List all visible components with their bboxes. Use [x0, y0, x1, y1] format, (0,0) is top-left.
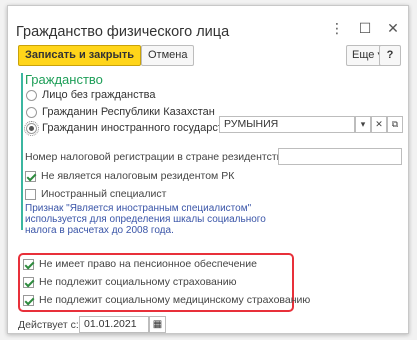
- dialog-window: Гражданство физического лица ⋮ ☐ ✕ Запис…: [7, 5, 409, 334]
- checkbox-label: Не подлежит социальному страхованию: [39, 276, 237, 288]
- more-menu-icon[interactable]: ⋮: [330, 20, 344, 36]
- radio-label: Гражданин Республики Казахстан: [42, 106, 215, 118]
- radio-button[interactable]: [24, 120, 39, 136]
- close-icon[interactable]: ✕: [386, 20, 400, 36]
- foreign-specialist-checkbox-row[interactable]: Иностранный специалист: [25, 188, 166, 200]
- save-and-close-button[interactable]: Записать и закрыть: [18, 45, 142, 66]
- tax-reg-number-field[interactable]: [278, 148, 402, 165]
- group-accent-line: [21, 73, 23, 230]
- checkbox[interactable]: [23, 258, 34, 270]
- radio-label: Гражданин иностранного государства: [42, 122, 235, 134]
- radio-button[interactable]: [26, 106, 37, 118]
- cancel-button[interactable]: Отмена: [141, 45, 195, 66]
- dropdown-arrow-icon[interactable]: ▾: [355, 116, 371, 133]
- no-social-insurance-checkbox-row[interactable]: Не подлежит социальному страхованию: [23, 276, 236, 288]
- title-controls: ⋮ ☐ ✕: [330, 20, 400, 36]
- no-pension-checkbox-row[interactable]: Не имеет право на пенсионное обеспечение: [23, 258, 257, 270]
- checkbox[interactable]: [23, 276, 34, 288]
- checkbox[interactable]: [23, 294, 34, 306]
- clear-icon[interactable]: ✕: [371, 116, 387, 133]
- maximize-icon[interactable]: ☐: [358, 20, 372, 36]
- radio-label: Лицо без гражданства: [42, 89, 156, 101]
- no-medical-insurance-checkbox-row[interactable]: Не подлежит социальному медицинскому стр…: [23, 294, 310, 306]
- radio-foreign-citizen[interactable]: Гражданин иностранного государства: [24, 120, 235, 136]
- radio-button[interactable]: [26, 89, 37, 101]
- citizenship-group-title: Гражданство: [25, 72, 103, 87]
- radio-kazakhstan-citizen[interactable]: Гражданин Республики Казахстан: [26, 106, 215, 118]
- checkbox-label: Не имеет право на пенсионное обеспечение: [39, 258, 257, 270]
- radio-stateless[interactable]: Лицо без гражданства: [26, 89, 155, 101]
- tax-reg-number-label: Номер налоговой регистрации в стране рез…: [25, 151, 291, 163]
- valid-from-label: Действует с:: [18, 319, 79, 331]
- calendar-icon[interactable]: ▦: [149, 316, 166, 333]
- window-title: Гражданство физического лица: [16, 24, 230, 40]
- checkbox-label: Иностранный специалист: [41, 188, 167, 200]
- country-field[interactable]: РУМЫНИЯ: [219, 116, 355, 133]
- checkbox[interactable]: [25, 188, 36, 200]
- checkbox-label: Не подлежит социальному медицинскому стр…: [39, 294, 311, 306]
- info-note: Признак "Является иностранным специалист…: [25, 203, 266, 236]
- checkbox[interactable]: [25, 170, 36, 182]
- not-tax-resident-checkbox-row[interactable]: Не является налоговым резидентом РК: [25, 170, 234, 182]
- valid-from-date-field[interactable]: 01.01.2021: [79, 316, 149, 333]
- checkbox-label: Не является налоговым резидентом РК: [41, 170, 235, 182]
- help-button[interactable]: ?: [379, 45, 401, 66]
- open-icon[interactable]: ⧉: [387, 116, 403, 133]
